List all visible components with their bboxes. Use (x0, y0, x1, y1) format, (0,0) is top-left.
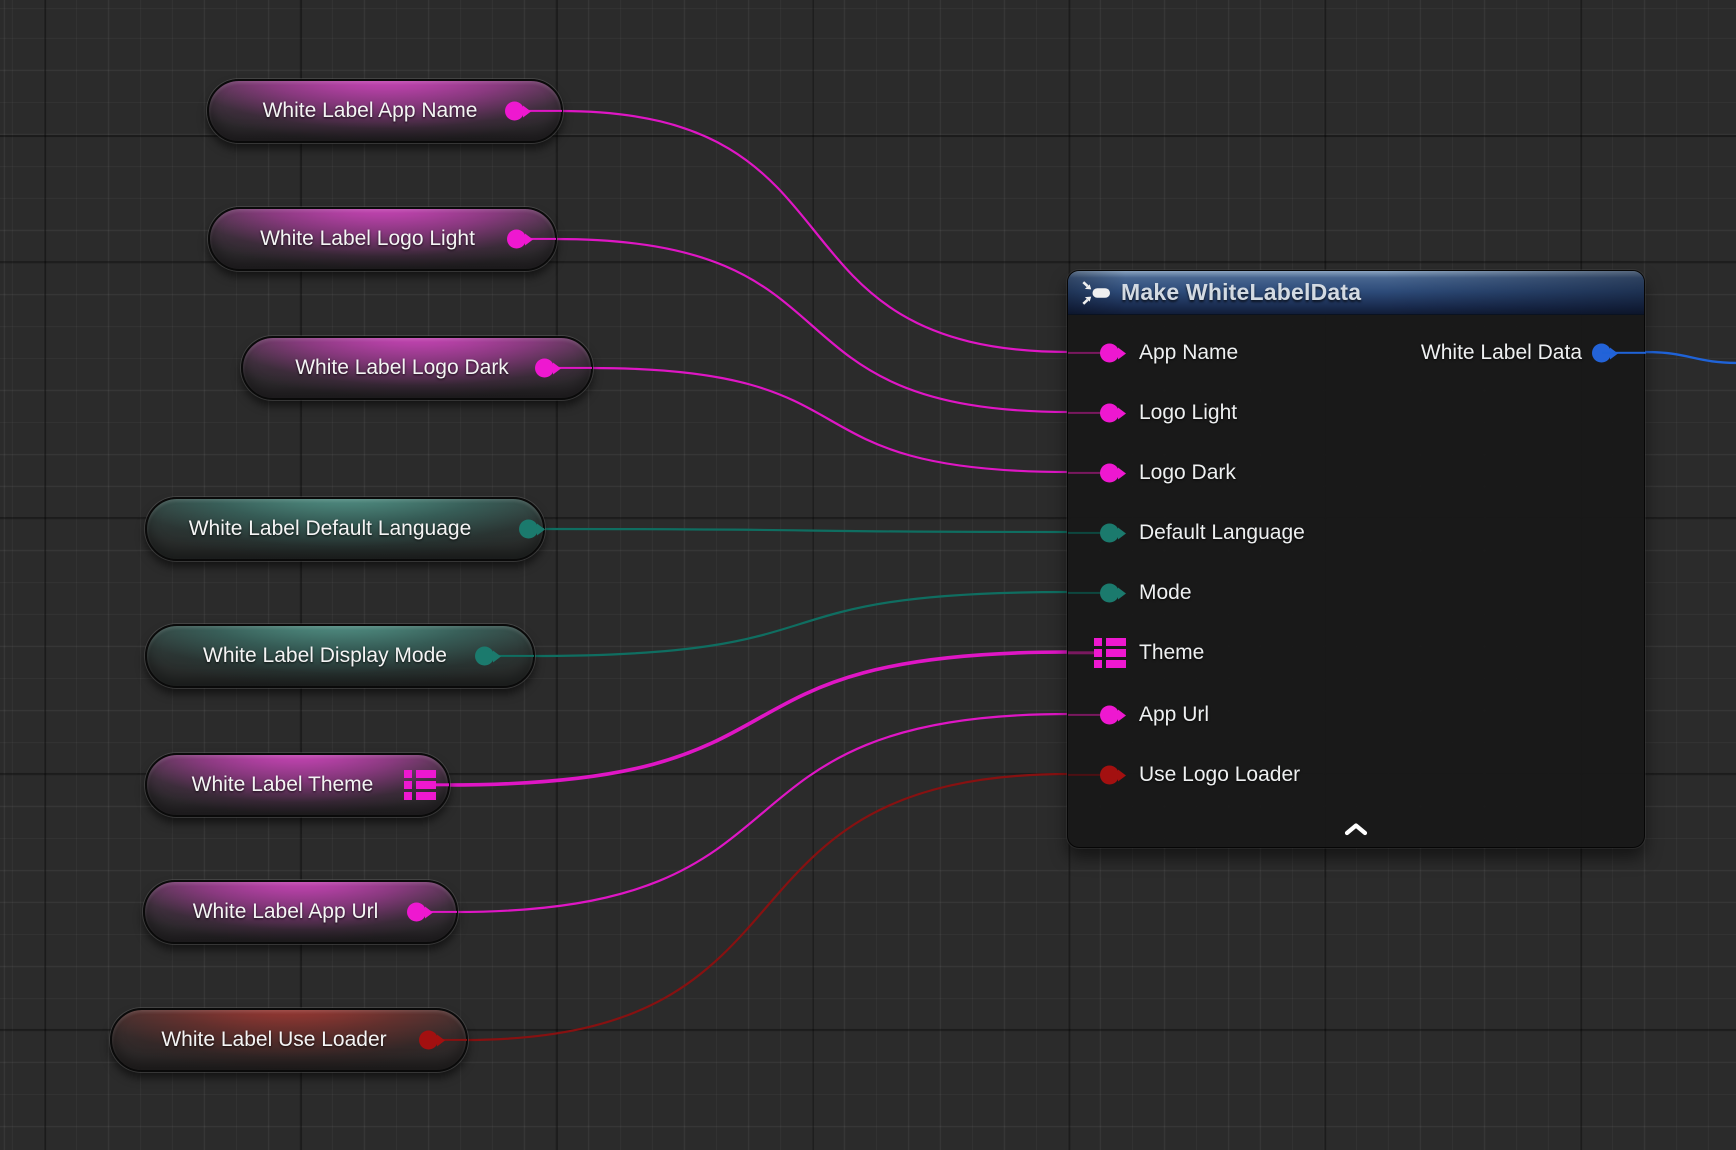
variable-node-label: White Label Display Mode (203, 644, 477, 668)
output-pin-row: White Label Data (1068, 333, 1644, 373)
input-pin-row-theme: Theme (1068, 633, 1644, 673)
pin-wire-stub (1602, 352, 1646, 354)
node-get-white-label-theme[interactable]: White Label Theme (145, 753, 450, 817)
input-pin-row-mode: Mode (1068, 573, 1644, 613)
white-label-app-url-output-pin[interactable] (407, 903, 426, 922)
wire-8[interactable] (1643, 352, 1736, 363)
pin-wire-stub (1068, 532, 1101, 534)
default-language-input-pin[interactable] (1100, 524, 1119, 543)
variable-node-label: White Label App Name (263, 99, 508, 123)
input-pin-label: Mode (1139, 581, 1192, 605)
wire-4[interactable] (531, 592, 1069, 656)
make-struct-icon (1082, 281, 1111, 305)
variable-node-label: White Label Default Language (189, 517, 502, 541)
white-label-default-language-output-pin[interactable] (519, 520, 538, 539)
make-node-title: Make WhiteLabelData (1121, 279, 1361, 306)
input-pin-row-default-language: Default Language (1068, 513, 1644, 553)
pin-wire-stub (1068, 592, 1101, 594)
logo-light-input-pin[interactable] (1100, 404, 1119, 423)
node-get-white-label-app-name[interactable]: White Label App Name (207, 79, 563, 143)
pin-wire-stub (1068, 774, 1101, 776)
input-pin-label: Use Logo Loader (1139, 763, 1300, 787)
node-get-white-label-display-mode[interactable]: White Label Display Mode (145, 624, 535, 688)
variable-node-label: White Label Theme (192, 773, 404, 797)
input-pin-label: Logo Light (1139, 401, 1237, 425)
node-get-white-label-logo-dark[interactable]: White Label Logo Dark (241, 336, 593, 400)
white-label-display-mode-output-pin[interactable] (475, 647, 494, 666)
mode-input-pin[interactable] (1100, 584, 1119, 603)
app-url-input-pin[interactable] (1100, 706, 1119, 725)
wire-6[interactable] (456, 714, 1069, 912)
blueprint-graph-canvas[interactable]: White Label App Name White Label Logo Lig… (0, 0, 1736, 1150)
input-pin-label: App Url (1139, 703, 1209, 727)
input-pin-row-app-url: App Url (1068, 695, 1644, 735)
white-label-theme-struct-output-pin[interactable] (404, 770, 436, 800)
variable-node-label: White Label App Url (193, 900, 409, 924)
node-get-white-label-app-url[interactable]: White Label App Url (143, 880, 458, 944)
use-logo-loader-input-pin[interactable] (1100, 766, 1119, 785)
pin-wire-stub (1068, 651, 1095, 654)
white-label-logo-light-output-pin[interactable] (507, 230, 526, 249)
wire-1[interactable] (555, 239, 1069, 412)
wire-3[interactable] (543, 529, 1069, 532)
input-pin-label: Logo Dark (1139, 461, 1236, 485)
input-pin-label: Default Language (1139, 521, 1305, 545)
pin-wire-stub (1068, 714, 1101, 716)
node-get-white-label-use-loader[interactable]: White Label Use Loader (110, 1008, 468, 1072)
logo-dark-input-pin[interactable] (1100, 464, 1119, 483)
node-get-white-label-default-language[interactable]: White Label Default Language (145, 497, 545, 561)
wire-2[interactable] (591, 368, 1069, 472)
white-label-use-loader-output-pin[interactable] (419, 1031, 438, 1050)
input-pin-label: Theme (1139, 641, 1204, 665)
theme-struct-input-pin[interactable] (1094, 638, 1126, 668)
node-get-white-label-logo-light[interactable]: White Label Logo Light (208, 207, 557, 271)
white-label-logo-dark-output-pin[interactable] (535, 359, 554, 378)
input-pin-row-logo-dark: Logo Dark (1068, 453, 1644, 493)
chevron-up-icon[interactable] (1342, 821, 1370, 837)
variable-node-label: White Label Use Loader (161, 1028, 416, 1052)
node-make-whitelabeldata[interactable]: Make WhiteLabelData App NameLogo LightLo… (1067, 270, 1645, 848)
wire-0[interactable] (561, 111, 1069, 352)
input-pin-row-logo-light: Logo Light (1068, 393, 1644, 433)
make-node-header[interactable]: Make WhiteLabelData (1068, 271, 1644, 315)
white-label-app-name-output-pin[interactable] (505, 102, 524, 121)
variable-node-label: White Label Logo Light (260, 227, 505, 251)
output-pin-label: White Label Data (1421, 341, 1582, 365)
input-pin-row-use-logo-loader: Use Logo Loader (1068, 755, 1644, 795)
pin-wire-stub (1068, 412, 1101, 414)
pin-wire-stub (1068, 472, 1101, 474)
variable-node-label: White Label Logo Dark (295, 356, 539, 380)
